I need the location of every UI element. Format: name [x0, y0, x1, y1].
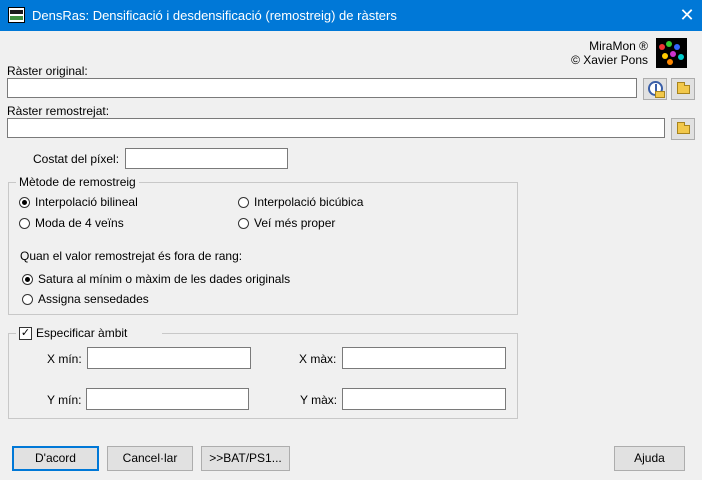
radio-nodata[interactable] [22, 294, 33, 305]
app-icon [8, 7, 25, 23]
browse-original-button[interactable] [671, 78, 695, 100]
ok-button[interactable]: D'acord [12, 446, 99, 471]
radio-bicubic-label[interactable]: Interpolació bicúbica [254, 195, 363, 209]
radio-saturate[interactable] [22, 274, 33, 285]
ymin-input[interactable] [86, 388, 249, 410]
raster-original-label: Ràster original: [7, 64, 88, 78]
title-bar: DensRas: Densificació i desdensificació … [0, 0, 702, 31]
xmin-input[interactable] [87, 347, 251, 369]
ymax-label: Y màx: [300, 393, 338, 407]
out-of-range-label: Quan el valor remostrejat és fora de ran… [20, 249, 243, 263]
radio-mode-4-label[interactable]: Moda de 4 veïns [35, 216, 124, 230]
miramon-logo [656, 38, 687, 68]
radio-nearest[interactable] [238, 218, 249, 229]
xmin-label: X mín: [47, 352, 82, 366]
extent-checkbox[interactable]: ✓ [19, 327, 32, 340]
brand-author: © Xavier Pons [571, 53, 648, 67]
folder-icon [677, 122, 690, 134]
raster-remostrejat-label: Ràster remostrejat: [7, 104, 110, 118]
open-server-button[interactable] [643, 78, 667, 100]
radio-nodata-label[interactable]: Assigna sensedades [38, 292, 149, 306]
xmax-label: X màx: [299, 352, 337, 366]
radio-bicubic[interactable] [238, 197, 249, 208]
raster-original-input[interactable] [7, 78, 637, 98]
radio-saturate-label[interactable]: Satura al mínim o màxim de les dades ori… [38, 272, 290, 286]
cancel-button[interactable]: Cancel·lar [107, 446, 193, 471]
browse-remostrejat-button[interactable] [671, 118, 695, 140]
raster-remostrejat-input[interactable] [7, 118, 665, 138]
radio-bilinear[interactable] [19, 197, 30, 208]
xmax-input[interactable] [342, 347, 506, 369]
ymin-label: Y mín: [47, 393, 82, 407]
radio-bilinear-label[interactable]: Interpolació bilineal [35, 195, 138, 209]
resampling-method-legend: Mètode de remostreig [16, 175, 139, 189]
brand-name: MiraMon ® [589, 39, 648, 53]
close-icon[interactable]: ✕ [676, 3, 698, 27]
ymax-input[interactable] [342, 388, 506, 410]
bat-ps1-button[interactable]: >>BAT/PS1... [201, 446, 290, 471]
pixel-size-input[interactable] [125, 148, 288, 169]
window-title: DensRas: Densificació i desdensificació … [32, 8, 397, 23]
pixel-size-label: Costat del píxel: [33, 152, 120, 166]
extent-checkbox-label[interactable]: Especificar àmbit [36, 326, 127, 340]
folder-icon [677, 82, 690, 94]
radio-nearest-label[interactable]: Veí més proper [254, 216, 335, 230]
help-button[interactable]: Ajuda [614, 446, 685, 471]
radio-mode-4[interactable] [19, 218, 30, 229]
